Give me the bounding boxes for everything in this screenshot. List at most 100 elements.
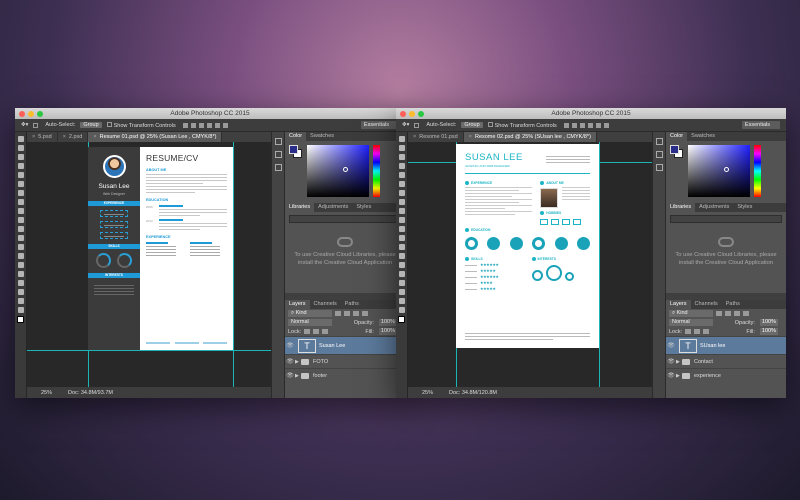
filter-adjust-icon[interactable] bbox=[725, 311, 731, 316]
tab-color[interactable]: Color bbox=[666, 132, 688, 141]
transform-controls-checkbox[interactable] bbox=[106, 121, 112, 127]
zoom-tool-icon[interactable] bbox=[398, 307, 405, 313]
lock-pixels-icon[interactable] bbox=[304, 329, 311, 334]
auto-select-checkbox[interactable] bbox=[33, 122, 39, 128]
minimize-window-button[interactable] bbox=[28, 110, 34, 117]
stamp-tool-icon[interactable] bbox=[17, 208, 24, 214]
gradient-tool-icon[interactable] bbox=[17, 235, 24, 241]
layer-row-selected[interactable]: 👁 T SUsan lee bbox=[666, 336, 786, 354]
magic-wand-tool-icon[interactable] bbox=[17, 163, 24, 169]
auto-select-checkbox[interactable] bbox=[414, 122, 420, 128]
info-panel-icon[interactable] bbox=[655, 164, 663, 171]
eyedropper-tool-icon[interactable] bbox=[398, 181, 405, 187]
layer-row[interactable]: 👁 ▶ Contact bbox=[666, 354, 786, 368]
close-window-button[interactable] bbox=[19, 110, 25, 117]
tab-adjustments[interactable]: Adjustments bbox=[314, 203, 352, 212]
tab-paths[interactable]: Paths bbox=[341, 300, 363, 309]
healing-tool-icon[interactable] bbox=[17, 190, 24, 196]
lasso-tool-icon[interactable] bbox=[17, 154, 24, 160]
tab-document-active[interactable]: × Resome 02.psd @ 25% (SUsan lee , CMYK/8… bbox=[463, 132, 597, 142]
filter-shape-icon[interactable] bbox=[743, 311, 749, 316]
type-tool-icon[interactable] bbox=[17, 271, 24, 277]
zoom-level[interactable]: 25% bbox=[41, 390, 52, 396]
lock-pixels-icon[interactable] bbox=[685, 329, 692, 334]
visibility-eye-icon[interactable]: 👁 bbox=[285, 358, 295, 365]
auto-select-dropdown[interactable]: Group bbox=[461, 122, 483, 128]
tab-channels[interactable]: Channels bbox=[691, 300, 722, 309]
foreground-swatch[interactable] bbox=[670, 145, 679, 154]
zoom-tool-icon[interactable] bbox=[17, 307, 24, 313]
visibility-eye-icon[interactable]: 👁 bbox=[666, 358, 676, 365]
blur-tool-icon[interactable] bbox=[17, 244, 24, 250]
zoom-window-button[interactable] bbox=[418, 110, 424, 117]
tab-libraries[interactable]: Libraries bbox=[666, 203, 696, 212]
auto-select-dropdown[interactable]: Group bbox=[80, 122, 102, 128]
lock-position-icon[interactable] bbox=[313, 329, 320, 334]
shape-tool-icon[interactable] bbox=[17, 289, 24, 295]
tab-document-active[interactable]: × Resume 01.psd @ 25% (Susan Lee , CMYK/8… bbox=[88, 132, 223, 142]
eraser-tool-icon[interactable] bbox=[398, 226, 405, 232]
info-panel-icon[interactable] bbox=[274, 164, 282, 171]
layer-row[interactable]: 👁 ▶ experience bbox=[666, 368, 786, 382]
path-selection-tool-icon[interactable] bbox=[398, 280, 405, 286]
properties-panel-icon[interactable] bbox=[274, 151, 282, 158]
crop-tool-icon[interactable] bbox=[398, 172, 405, 178]
lock-position-icon[interactable] bbox=[694, 329, 701, 334]
foreground-color-icon[interactable] bbox=[398, 316, 405, 323]
layer-filter-dropdown[interactable]: ⌕ Kind bbox=[669, 310, 713, 317]
filter-type-icon[interactable] bbox=[353, 311, 359, 316]
eraser-tool-icon[interactable] bbox=[17, 226, 24, 232]
zoom-window-button[interactable] bbox=[37, 110, 43, 117]
pen-tool-icon[interactable] bbox=[398, 262, 405, 268]
filter-pixel-icon[interactable] bbox=[716, 311, 722, 316]
color-picker-field[interactable] bbox=[688, 145, 750, 197]
filter-pixel-icon[interactable] bbox=[335, 311, 341, 316]
close-window-button[interactable] bbox=[400, 110, 406, 117]
opacity-field[interactable]: 100% bbox=[759, 319, 778, 326]
filter-type-icon[interactable] bbox=[734, 311, 740, 316]
visibility-eye-icon[interactable]: 👁 bbox=[666, 342, 676, 349]
lock-all-icon[interactable] bbox=[322, 329, 329, 334]
photoshop-window-2[interactable]: Adobe Photoshop CC 2015 ✥▾ Auto-Select: … bbox=[396, 108, 786, 398]
filter-shape-icon[interactable] bbox=[362, 311, 368, 316]
hue-slider[interactable] bbox=[754, 145, 761, 197]
hand-tool-icon[interactable] bbox=[398, 298, 405, 304]
tab-document[interactable]: × 5.psd bbox=[27, 132, 58, 142]
close-tab-icon[interactable]: × bbox=[32, 134, 35, 140]
properties-panel-icon[interactable] bbox=[655, 151, 663, 158]
tab-document[interactable]: × 2.psd bbox=[58, 132, 89, 142]
path-selection-tool-icon[interactable] bbox=[17, 280, 24, 286]
move-tool-icon[interactable] bbox=[398, 136, 405, 142]
tab-layers[interactable]: Layers bbox=[666, 300, 691, 309]
align-icons[interactable] bbox=[563, 122, 609, 128]
brush-tool-icon[interactable] bbox=[398, 199, 405, 205]
fill-field[interactable]: 100% bbox=[378, 328, 397, 335]
brush-tool-icon[interactable] bbox=[17, 199, 24, 205]
visibility-eye-icon[interactable]: 👁 bbox=[285, 342, 295, 349]
pen-tool-icon[interactable] bbox=[17, 262, 24, 268]
move-tool-icon[interactable] bbox=[17, 136, 24, 142]
layer-row[interactable]: 👁 ▶ footer bbox=[285, 368, 405, 382]
align-icons[interactable] bbox=[182, 122, 228, 128]
tab-paths[interactable]: Paths bbox=[722, 300, 744, 309]
type-tool-icon[interactable] bbox=[398, 271, 405, 277]
opacity-field[interactable]: 100% bbox=[378, 319, 397, 326]
library-dropdown[interactable] bbox=[670, 215, 782, 223]
layer-row-selected[interactable]: 👁 T Susan Lee bbox=[285, 336, 405, 354]
tab-styles[interactable]: Styles bbox=[733, 203, 756, 212]
blend-mode-dropdown[interactable]: Normal bbox=[669, 319, 713, 326]
photoshop-window-1[interactable]: Adobe Photoshop CC 2015 ✥▾ Auto-Select: … bbox=[15, 108, 405, 398]
title-bar[interactable]: Adobe Photoshop CC 2015 bbox=[396, 108, 786, 119]
dodge-tool-icon[interactable] bbox=[398, 253, 405, 259]
marquee-tool-icon[interactable] bbox=[17, 145, 24, 151]
history-brush-tool-icon[interactable] bbox=[398, 217, 405, 223]
filter-adjust-icon[interactable] bbox=[344, 311, 350, 316]
resume-document[interactable]: Susan Lee Web Designer EXPERIENCE SKILLS… bbox=[88, 147, 233, 350]
layer-row[interactable]: 👁 ▶ FOTO bbox=[285, 354, 405, 368]
eyedropper-tool-icon[interactable] bbox=[17, 181, 24, 187]
minimize-window-button[interactable] bbox=[409, 110, 415, 117]
close-tab-icon[interactable]: × bbox=[469, 134, 472, 140]
move-tool-icon[interactable]: ✥▾ bbox=[402, 122, 409, 128]
gradient-tool-icon[interactable] bbox=[398, 235, 405, 241]
fill-field[interactable]: 100% bbox=[759, 328, 778, 335]
